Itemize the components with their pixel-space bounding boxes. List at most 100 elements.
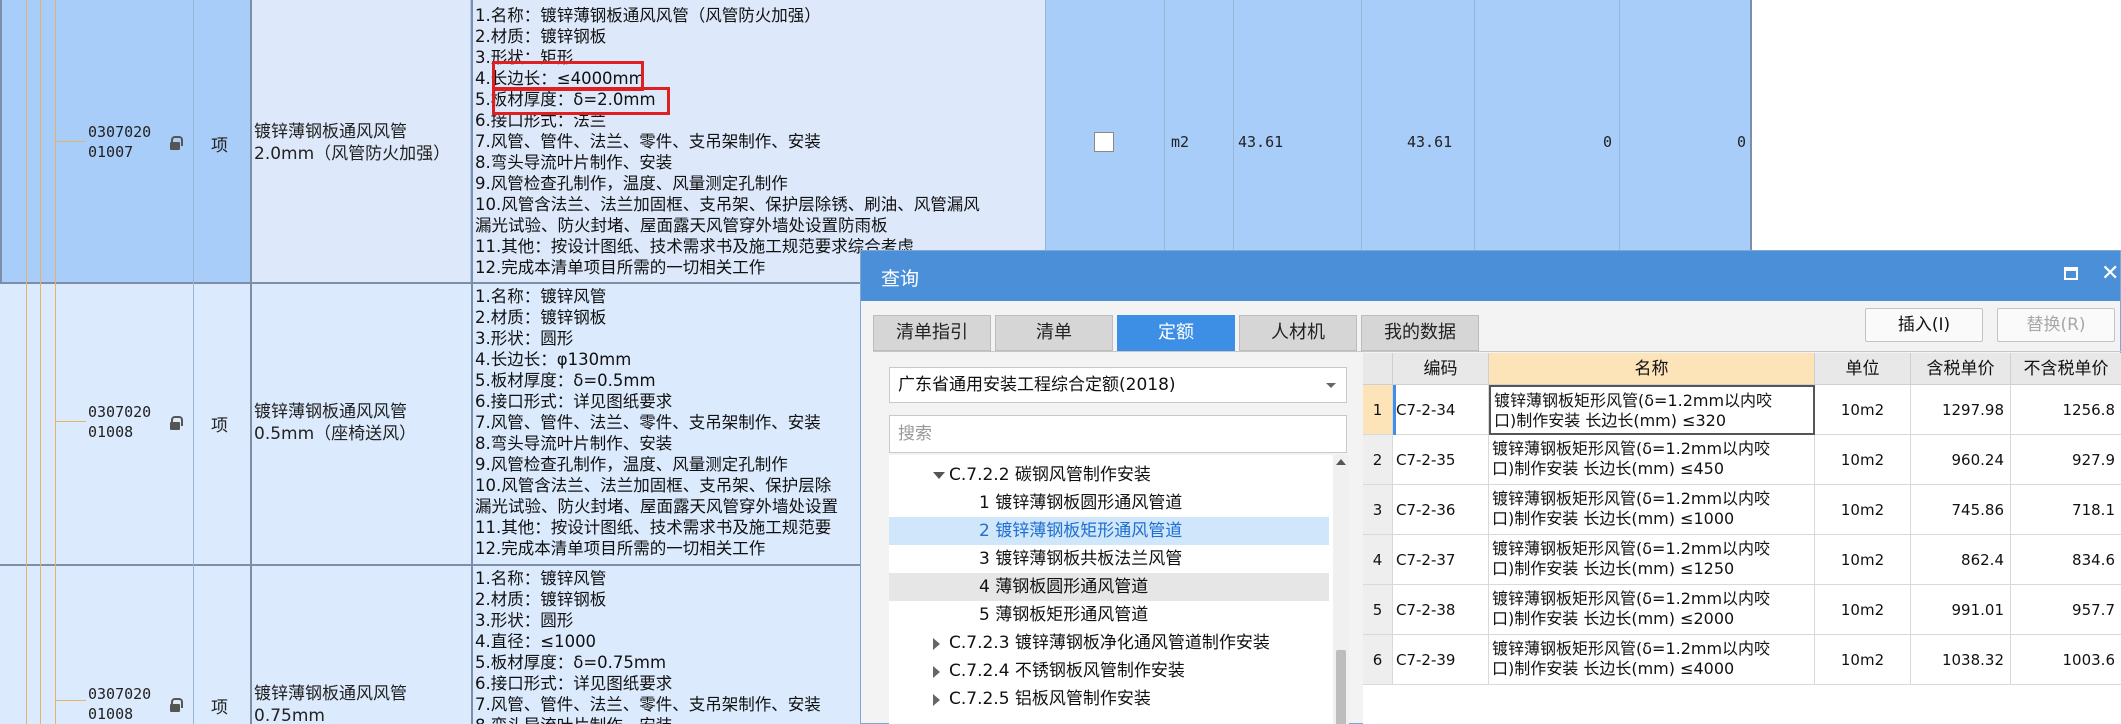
quota-name: 镀锌薄钢板矩形风管(δ=1.2mm以内咬 口)制作安装 长边长(mm) ≤1250	[1489, 535, 1815, 585]
price-without-tax: 1256.8	[2011, 385, 2121, 435]
tab-labor-material[interactable]: 人材机	[1239, 315, 1357, 351]
quota-unit: 10m2	[1815, 435, 1911, 485]
collapsed-arrow-icon	[933, 666, 940, 678]
quota-code: C7-2-37	[1393, 535, 1489, 585]
price-with-tax: 960.24	[1911, 435, 2011, 485]
row-number: 1	[1363, 385, 1393, 435]
item-unit: 项	[211, 136, 228, 156]
quota-code: C7-2-34	[1393, 385, 1489, 435]
item-description: 1.名称：镀锌风管 2.材质：镀锌钢板 3.形状：圆形 4.长边长：φ130mm…	[475, 287, 838, 558]
quota-code: C7-2-35	[1393, 435, 1489, 485]
quota-tree: C.7.2.2 碳钢风管制作安装 1 镀锌薄钢板圆形通风管道 2 镀锌薄钢板矩形…	[889, 455, 1349, 724]
quantity: 43.61	[1238, 133, 1284, 151]
column-header[interactable]: 含税单价	[1911, 353, 2011, 385]
tree-node[interactable]: 3 镀锌薄钢板共板法兰风管	[979, 545, 1182, 573]
row-number-header	[1363, 353, 1393, 385]
tree-node[interactable]: C.7.2.3 镀锌薄钢板净化通风管道制作安装	[933, 629, 1270, 657]
scrollbar-thumb[interactable]	[1336, 650, 1346, 724]
tree-node[interactable]: C.7.2.4 不锈钢板风管制作安装	[933, 657, 1185, 685]
dialog-title: 查询	[881, 268, 920, 290]
tree-node[interactable]: C.7.2.2 碳钢风管制作安装	[933, 461, 1151, 489]
item-code: 0307020 01008	[88, 685, 152, 723]
replace-button[interactable]: 替换(R)	[1997, 308, 2115, 342]
dialog-titlebar[interactable]: 查询 ✕	[861, 251, 2120, 301]
tree-node[interactable]: 4 薄钢板圆形通风管道	[889, 573, 1329, 601]
quota-name: 镀锌薄钢板矩形风管(δ=1.2mm以内咬 口)制作安装 长边长(mm) ≤2000	[1489, 585, 1815, 635]
row-selection-marker	[1393, 385, 1396, 435]
item-name: 镀锌薄钢板通风风管 0.5mm（座椅送风）	[254, 402, 417, 444]
quota-unit: 10m2	[1815, 385, 1911, 435]
item-name: 镀锌薄钢板通风风管 0.75mm	[254, 684, 407, 724]
tab-bill-guide[interactable]: 清单指引	[873, 315, 991, 351]
tree-scrollbar[interactable]	[1333, 455, 1349, 724]
price-with-tax: 745.86	[1911, 485, 2011, 535]
price-with-tax: 1038.32	[1911, 635, 2011, 685]
item-description: 1.名称：镀锌风管 2.材质：镀锌钢板 3.形状：圆形 4.直径：≤1000 5…	[475, 569, 821, 724]
maximize-icon[interactable]	[2064, 267, 2078, 280]
tab-bill[interactable]: 清单	[995, 315, 1113, 351]
table-row[interactable]: 4 C7-2-37 镀锌薄钢板矩形风管(δ=1.2mm以内咬 口)制作安装 长边长(m…	[1363, 535, 2121, 585]
table-row[interactable]: 1 C7-2-34 镀锌薄钢板矩形风管(δ=1.2mm以内咬 口)制作安装 长边长(m…	[1363, 385, 2121, 435]
tree-node[interactable]: C.7.2.5 铝板风管制作安装	[933, 685, 1151, 713]
table-row[interactable]: 3 C7-2-36 镀锌薄钢板矩形风管(δ=1.2mm以内咬 口)制作安装 长边长(m…	[1363, 485, 2121, 535]
quota-unit: 10m2	[1815, 535, 1911, 585]
tree-node[interactable]: 5 薄钢板矩形通风管道	[979, 601, 1148, 629]
lock-icon	[168, 136, 183, 150]
quota-code: C7-2-36	[1393, 485, 1489, 535]
price-without-tax: 1003.6	[2011, 635, 2121, 685]
value-2: 0	[1737, 133, 1747, 151]
row-number: 5	[1363, 585, 1393, 635]
item-code: 0307020 01008	[88, 403, 152, 441]
item-name: 镀锌薄钢板通风风管 2.0mm（风管防火加强）	[254, 122, 451, 164]
item-description: 1.名称：镀锌薄钢板通风风管（风管防火加强） 2.材质：镀锌钢板 3.形状：矩形…	[475, 6, 980, 277]
row-number: 2	[1363, 435, 1393, 485]
tree-node-selected[interactable]: 2 镀锌薄钢板矩形通风管道	[889, 517, 1329, 545]
library-select[interactable]: 广东省通用安装工程综合定额(2018)	[889, 367, 1347, 403]
price-with-tax: 991.01	[1911, 585, 2011, 635]
collapsed-arrow-icon	[933, 694, 940, 706]
item-unit: 项	[211, 698, 228, 718]
tab-quota[interactable]: 定额	[1117, 315, 1235, 351]
tree-node[interactable]: 1 镀锌薄钢板圆形通风管道	[979, 489, 1182, 517]
search-input[interactable]: 搜索	[889, 415, 1347, 453]
measure-unit: m2	[1171, 133, 1190, 151]
row-number: 6	[1363, 635, 1393, 685]
table-row[interactable]: 0307020 01007 项 镀锌薄钢板通风风管 2.0mm（风管防火加强） 1.…	[0, 0, 1750, 282]
tab-my-data[interactable]: 我的数据	[1361, 315, 1479, 351]
quota-name: 镀锌薄钢板矩形风管(δ=1.2mm以内咬 口)制作安装 长边长(mm) ≤1000	[1489, 485, 1815, 535]
quota-name: 镀锌薄钢板矩形风管(δ=1.2mm以内咬 口)制作安装 长边长(mm) ≤450	[1489, 435, 1815, 485]
query-dialog: 查询 ✕ 清单指引 清单 定额 人材机 我的数据 插入(I) 替换(R) 广东省…	[860, 250, 2121, 724]
table-row[interactable]: 2 C7-2-35 镀锌薄钢板矩形风管(δ=1.2mm以内咬 口)制作安装 长边长(m…	[1363, 435, 2121, 485]
lock-icon	[168, 698, 183, 712]
scroll-up-icon[interactable]	[1336, 459, 1346, 465]
quota-table: 编码 名称 单位 含税单价 不含税单价 1 C7-2-34 镀锌薄钢板矩形风管(δ=…	[1363, 353, 2121, 724]
item-code: 0307020 01007	[88, 123, 152, 161]
column-header[interactable]: 名称	[1489, 353, 1815, 385]
price-without-tax: 834.6	[2011, 535, 2121, 585]
price-without-tax: 957.7	[2011, 585, 2121, 635]
row-number: 3	[1363, 485, 1393, 535]
highlight-box	[492, 87, 670, 115]
row-number: 4	[1363, 535, 1393, 585]
table-row[interactable]: 6 C7-2-39 镀锌薄钢板矩形风管(δ=1.2mm以内咬 口)制作安装 长边长(m…	[1363, 635, 2121, 685]
collapsed-arrow-icon	[933, 638, 940, 650]
price-without-tax: 927.9	[2011, 435, 2121, 485]
quota-code: C7-2-38	[1393, 585, 1489, 635]
library-select-value: 广东省通用安装工程综合定额(2018)	[898, 375, 1176, 395]
row-checkbox[interactable]	[1094, 132, 1114, 152]
lock-icon	[168, 416, 183, 430]
price-with-tax: 1297.98	[1911, 385, 2011, 435]
insert-button[interactable]: 插入(I)	[1865, 308, 1983, 342]
table-row[interactable]: 5 C7-2-38 镀锌薄钢板矩形风管(δ=1.2mm以内咬 口)制作安装 长边长(m…	[1363, 585, 2121, 635]
column-header[interactable]: 单位	[1815, 353, 1911, 385]
quota-name: 镀锌薄钢板矩形风管(δ=1.2mm以内咬 口)制作安装 长边长(mm) ≤320	[1489, 385, 1815, 435]
expanded-arrow-icon	[933, 472, 945, 479]
close-icon[interactable]: ✕	[2101, 262, 2121, 286]
quota-code: C7-2-39	[1393, 635, 1489, 685]
quota-unit: 10m2	[1815, 485, 1911, 535]
price-with-tax: 862.4	[1911, 535, 2011, 585]
value-1: 0	[1603, 133, 1613, 151]
column-header[interactable]: 不含税单价	[2011, 353, 2121, 385]
column-header[interactable]: 编码	[1393, 353, 1489, 385]
app-window: 0307020 01007 项 镀锌薄钢板通风风管 2.0mm（风管防火加强） 1.…	[0, 0, 2121, 724]
